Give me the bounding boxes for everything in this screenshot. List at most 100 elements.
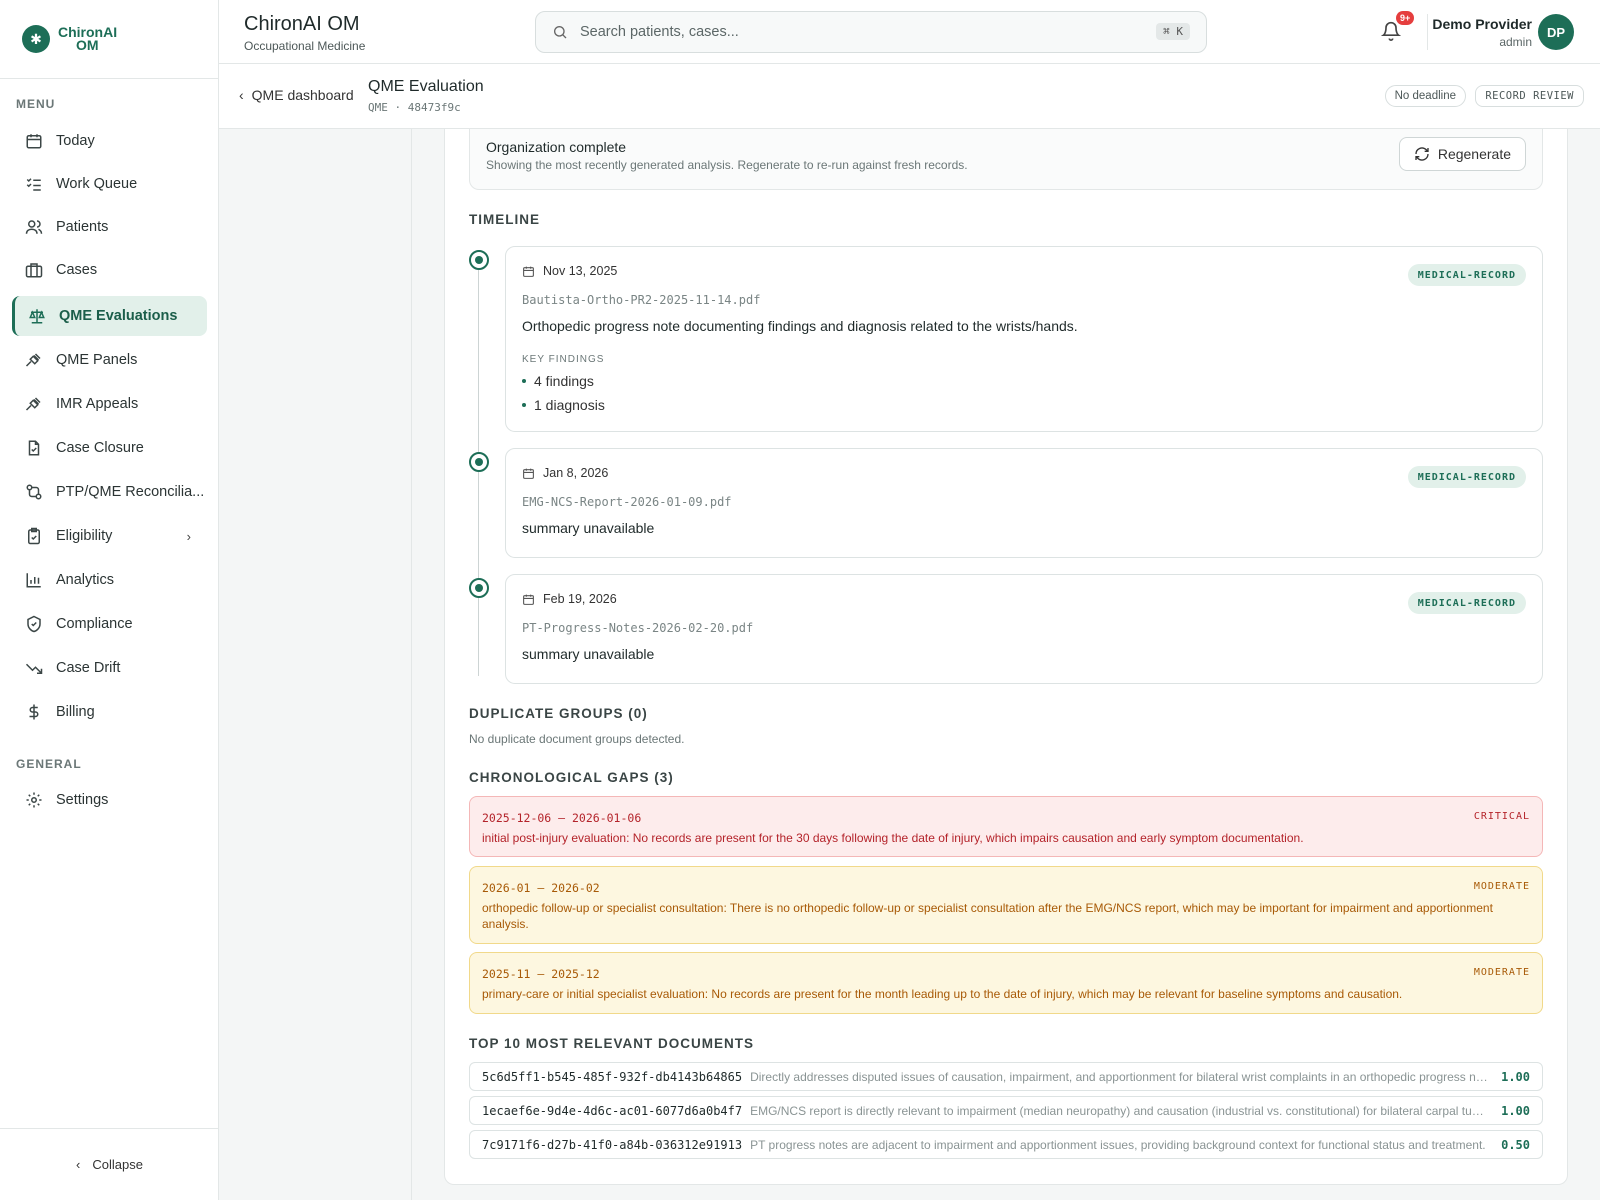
back-link[interactable]: ‹ QME dashboard — [239, 87, 354, 103]
top-bar: ChironAI OM Occupational Medicine Search… — [219, 0, 1600, 64]
regenerate-button[interactable]: Regenerate — [1398, 137, 1526, 171]
document-row[interactable]: 1ecaef6e-9d4e-4d6c-ac01-6077d6a0b4f7 EMG… — [469, 1096, 1543, 1125]
severity-badge: MODERATE — [1473, 881, 1530, 892]
sidebar-item-work-queue[interactable]: Work Queue — [12, 164, 207, 204]
relevance-score: 1.00 — [1501, 1103, 1530, 1118]
sidebar-item-label: QME Evaluations — [59, 308, 178, 324]
deadline-badge: No deadline — [1384, 85, 1466, 107]
briefcase-icon — [24, 260, 44, 280]
gap-card-moderate: 2025-11 – 2025-12 MODERATE primary-care … — [469, 952, 1543, 1014]
severity-badge: MODERATE — [1473, 967, 1530, 978]
entry-date: Nov 13, 2025 — [522, 264, 617, 278]
search-icon — [552, 24, 568, 40]
app-title: ChironAI OM — [244, 13, 360, 35]
sidebar-item-case-closure[interactable]: Case Closure — [12, 428, 207, 468]
severity-badge: CRITICAL — [1473, 811, 1530, 822]
document-id: 7c9171f6-d27b-41f0-a84b-036312e91913 — [482, 1137, 743, 1152]
back-label: QME dashboard — [251, 87, 354, 103]
timeline-marker — [469, 578, 489, 598]
sidebar-item-label: Eligibility — [56, 528, 113, 544]
divider — [1427, 14, 1428, 50]
entry-file-name[interactable]: PT-Progress-Notes-2026-02-20.pdf — [522, 621, 753, 635]
timeline-card[interactable]: Feb 19, 2026 MEDICAL-RECORD PT-Progress-… — [505, 574, 1543, 684]
entry-summary: summary unavailable — [522, 520, 655, 536]
sidebar-item-qme-evaluations[interactable]: QME Evaluations — [12, 296, 207, 336]
list-check-icon — [24, 174, 44, 194]
sidebar-item-cases[interactable]: Cases — [12, 250, 207, 290]
sidebar-item-label: PTP/QME Reconcilia... — [56, 484, 205, 500]
organization-title: Organization complete — [486, 139, 627, 155]
gap-card-moderate: 2026-01 – 2026-02 MODERATE orthopedic fo… — [469, 866, 1543, 944]
bar-chart-icon — [24, 570, 44, 590]
clipboard-check-icon — [24, 526, 44, 546]
gear-icon — [24, 790, 44, 810]
trending-down-icon — [24, 658, 44, 678]
calendar-icon — [522, 467, 535, 480]
gavel-icon — [24, 394, 44, 414]
relevance-score: 0.50 — [1501, 1137, 1530, 1152]
gap-description: primary-care or initial specialist evalu… — [482, 987, 1403, 1001]
users-icon — [24, 217, 44, 237]
sidebar-item-label: Today — [56, 133, 95, 149]
sidebar-item-compliance[interactable]: Compliance — [12, 604, 207, 644]
sidebar-item-imr-appeals[interactable]: IMR Appeals — [12, 384, 207, 424]
document-row[interactable]: 7c9171f6-d27b-41f0-a84b-036312e91913 PT … — [469, 1130, 1543, 1159]
avatar[interactable]: DP — [1538, 14, 1574, 50]
timeline-card[interactable]: Nov 13, 2025 MEDICAL-RECORD Bautista-Ort… — [505, 246, 1543, 432]
sidebar-item-eligibility[interactable]: Eligibility › — [12, 516, 207, 556]
gap-range: 2026-01 – 2026-02 — [482, 881, 600, 895]
gap-description: initial post-injury evaluation: No recor… — [482, 831, 1304, 845]
gap-card-critical: 2025-12-06 – 2026-01-06 CRITICAL initial… — [469, 796, 1543, 857]
gap-range: 2025-12-06 – 2026-01-06 — [482, 811, 642, 825]
evaluation-id: QME · 48473f9c — [368, 101, 461, 114]
refresh-icon — [1414, 146, 1430, 162]
entry-date-text: Jan 8, 2026 — [543, 466, 609, 480]
search-shortcut: ⌘ K — [1156, 23, 1190, 40]
sidebar-item-label: Billing — [56, 704, 95, 720]
sidebar-item-settings[interactable]: Settings — [12, 780, 207, 820]
sidebar-item-label: Patients — [56, 219, 109, 235]
regenerate-label: Regenerate — [1437, 146, 1511, 162]
chevron-left-icon: ‹ — [76, 1157, 81, 1172]
general-section-label: GENERAL — [16, 757, 82, 771]
chevron-right-icon[interactable]: › — [187, 529, 191, 544]
sidebar-item-label: Work Queue — [56, 176, 138, 192]
sidebar-item-ptp-qme-reconciliation[interactable]: PTP/QME Reconcilia... — [12, 472, 207, 512]
git-compare-icon — [24, 482, 44, 502]
sidebar-item-label: Settings — [56, 792, 109, 808]
sidebar-item-label: Case Closure — [56, 440, 144, 456]
timeline-heading: TIMELINE — [469, 212, 540, 227]
entry-file-name[interactable]: EMG-NCS-Report-2026-01-09.pdf — [522, 495, 732, 509]
sidebar-item-analytics[interactable]: Analytics — [12, 560, 207, 600]
entry-summary: summary unavailable — [522, 646, 655, 662]
document-reason: Directly addresses disputed issues of ca… — [750, 1069, 1490, 1084]
sidebar-item-qme-panels[interactable]: QME Panels — [12, 340, 207, 380]
sidebar-item-patients[interactable]: Patients — [12, 207, 207, 247]
file-check-icon — [24, 438, 44, 458]
collapse-button[interactable]: ‹ Collapse — [0, 1128, 219, 1200]
dollar-icon — [24, 702, 44, 722]
app-logo[interactable]: ✱ ChironAI OM — [0, 0, 218, 79]
sidebar: ✱ ChironAI OM MENU Today Work Queue Pati… — [0, 0, 219, 1200]
sidebar-item-today[interactable]: Today — [12, 121, 207, 161]
search-placeholder: Search patients, cases... — [580, 24, 739, 40]
timeline-card[interactable]: Jan 8, 2026 MEDICAL-RECORD EMG-NCS-Repor… — [505, 448, 1543, 558]
organization-status-card: Organization complete Showing the most r… — [469, 129, 1543, 190]
chronological-gaps-heading: CHRONOLOGICAL GAPS (3) — [469, 770, 674, 785]
entry-file-name[interactable]: Bautista-Ortho-PR2-2025-11-14.pdf — [522, 293, 760, 307]
document-row[interactable]: 5c6d5ff1-b545-485f-932f-db4143b64865 Dir… — [469, 1062, 1543, 1091]
logo-mark-icon: ✱ — [22, 25, 50, 53]
gavel-icon — [24, 350, 44, 370]
shield-check-icon — [24, 614, 44, 634]
collapse-label: Collapse — [92, 1157, 143, 1172]
sidebar-item-label: Analytics — [56, 572, 115, 588]
search-input[interactable]: Search patients, cases... ⌘ K — [535, 11, 1207, 53]
sidebar-item-case-drift[interactable]: Case Drift — [12, 648, 207, 688]
sidebar-item-label: Cases — [56, 262, 98, 278]
key-findings-label: KEY FINDINGS — [522, 354, 605, 365]
key-finding-item: 4 findings — [522, 373, 594, 389]
entry-date-text: Feb 19, 2026 — [543, 592, 617, 606]
calendar-icon — [24, 131, 44, 151]
sidebar-item-billing[interactable]: Billing — [12, 692, 207, 732]
calendar-icon — [522, 265, 535, 278]
